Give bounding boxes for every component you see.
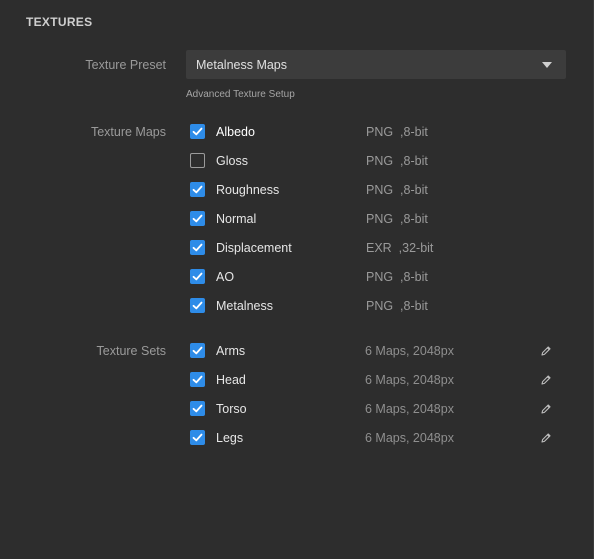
texture-set-info: 6 Maps, 2048px bbox=[365, 402, 454, 416]
texture-map-row-ao[interactable]: AO PNG ,8-bit bbox=[190, 269, 560, 287]
texture-set-name: Arms bbox=[216, 344, 246, 358]
pencil-icon[interactable] bbox=[540, 344, 552, 356]
texture-set-info: 6 Maps, 2048px bbox=[365, 373, 454, 387]
texture-maps-label: Texture Maps bbox=[90, 125, 166, 139]
texture-set-row-legs[interactable]: Legs 6 Maps, 2048px bbox=[190, 430, 560, 448]
texture-sets-label: Texture Sets bbox=[96, 344, 166, 358]
texture-set-checkbox[interactable] bbox=[190, 430, 205, 445]
texture-map-filetype: PNG bbox=[366, 154, 394, 168]
texture-map-format: PNG ,8-bit bbox=[366, 154, 428, 168]
texture-map-name: Albedo bbox=[216, 125, 255, 139]
texture-map-name: Metalness bbox=[216, 299, 273, 313]
texture-map-name: AO bbox=[216, 270, 235, 284]
texture-map-checkbox[interactable] bbox=[190, 182, 205, 197]
texture-map-checkbox[interactable] bbox=[190, 211, 205, 226]
texture-map-filetype: PNG bbox=[366, 270, 394, 284]
texture-set-name: Head bbox=[216, 373, 246, 387]
texture-set-checkbox[interactable] bbox=[190, 372, 205, 387]
texture-map-row-roughness[interactable]: Roughness PNG ,8-bit bbox=[190, 182, 560, 200]
texture-map-bitdepth: ,8-bit bbox=[400, 125, 428, 139]
texture-preset-label: Texture Preset bbox=[85, 58, 166, 72]
texture-map-bitdepth: ,8-bit bbox=[400, 154, 428, 168]
texture-map-row-metalness[interactable]: Metalness PNG ,8-bit bbox=[190, 298, 560, 316]
pencil-icon[interactable] bbox=[540, 402, 552, 414]
texture-map-row-gloss[interactable]: Gloss PNG ,8-bit bbox=[190, 153, 560, 171]
texture-set-name: Legs bbox=[216, 431, 244, 445]
advanced-texture-setup-link[interactable]: Advanced Texture Setup bbox=[186, 89, 295, 100]
textures-panel: TEXTURES Texture Preset Metalness Maps A… bbox=[0, 0, 594, 559]
texture-map-bitdepth: ,8-bit bbox=[400, 299, 428, 313]
texture-map-checkbox[interactable] bbox=[190, 124, 205, 139]
chevron-down-icon bbox=[542, 62, 552, 68]
texture-map-format: PNG ,8-bit bbox=[366, 125, 428, 139]
texture-map-filetype: PNG bbox=[366, 299, 394, 313]
texture-map-checkbox[interactable] bbox=[190, 269, 205, 284]
texture-set-row-arms[interactable]: Arms 6 Maps, 2048px bbox=[190, 343, 560, 361]
texture-map-bitdepth: ,8-bit bbox=[400, 183, 428, 197]
texture-map-name: Gloss bbox=[216, 154, 248, 168]
texture-map-filetype: PNG bbox=[366, 183, 394, 197]
texture-map-name: Displacement bbox=[216, 241, 292, 255]
texture-set-row-torso[interactable]: Torso 6 Maps, 2048px bbox=[190, 401, 560, 419]
texture-set-info: 6 Maps, 2048px bbox=[365, 431, 454, 445]
texture-map-format: EXR ,32-bit bbox=[366, 241, 433, 255]
texture-set-checkbox[interactable] bbox=[190, 401, 205, 416]
pencil-icon[interactable] bbox=[540, 431, 552, 443]
texture-map-filetype: PNG bbox=[366, 125, 394, 139]
texture-map-row-displacement[interactable]: Displacement EXR ,32-bit bbox=[190, 240, 560, 258]
texture-preset-dropdown[interactable]: Metalness Maps bbox=[186, 50, 566, 79]
texture-map-row-albedo[interactable]: Albedo PNG ,8-bit bbox=[190, 124, 560, 142]
texture-map-bitdepth: ,8-bit bbox=[400, 270, 428, 284]
texture-set-info: 6 Maps, 2048px bbox=[365, 344, 454, 358]
texture-map-filetype: PNG bbox=[366, 212, 394, 226]
texture-map-format: PNG ,8-bit bbox=[366, 183, 428, 197]
texture-preset-value: Metalness Maps bbox=[196, 58, 288, 72]
pencil-icon[interactable] bbox=[540, 373, 552, 385]
texture-set-row-head[interactable]: Head 6 Maps, 2048px bbox=[190, 372, 560, 390]
texture-map-bitdepth: ,8-bit bbox=[400, 212, 428, 226]
texture-map-filetype: EXR bbox=[366, 241, 392, 255]
texture-map-bitdepth: ,32-bit bbox=[398, 241, 434, 255]
texture-set-checkbox[interactable] bbox=[190, 343, 205, 358]
texture-map-checkbox[interactable] bbox=[190, 153, 205, 168]
texture-map-format: PNG ,8-bit bbox=[366, 212, 428, 226]
texture-map-format: PNG ,8-bit bbox=[366, 270, 428, 284]
texture-map-name: Roughness bbox=[216, 183, 280, 197]
texture-map-checkbox[interactable] bbox=[190, 298, 205, 313]
section-title: TEXTURES bbox=[26, 15, 93, 29]
texture-set-name: Torso bbox=[216, 402, 247, 416]
texture-map-checkbox[interactable] bbox=[190, 240, 205, 255]
texture-map-format: PNG ,8-bit bbox=[366, 299, 428, 313]
texture-map-row-normal[interactable]: Normal PNG ,8-bit bbox=[190, 211, 560, 229]
texture-map-name: Normal bbox=[216, 212, 257, 226]
